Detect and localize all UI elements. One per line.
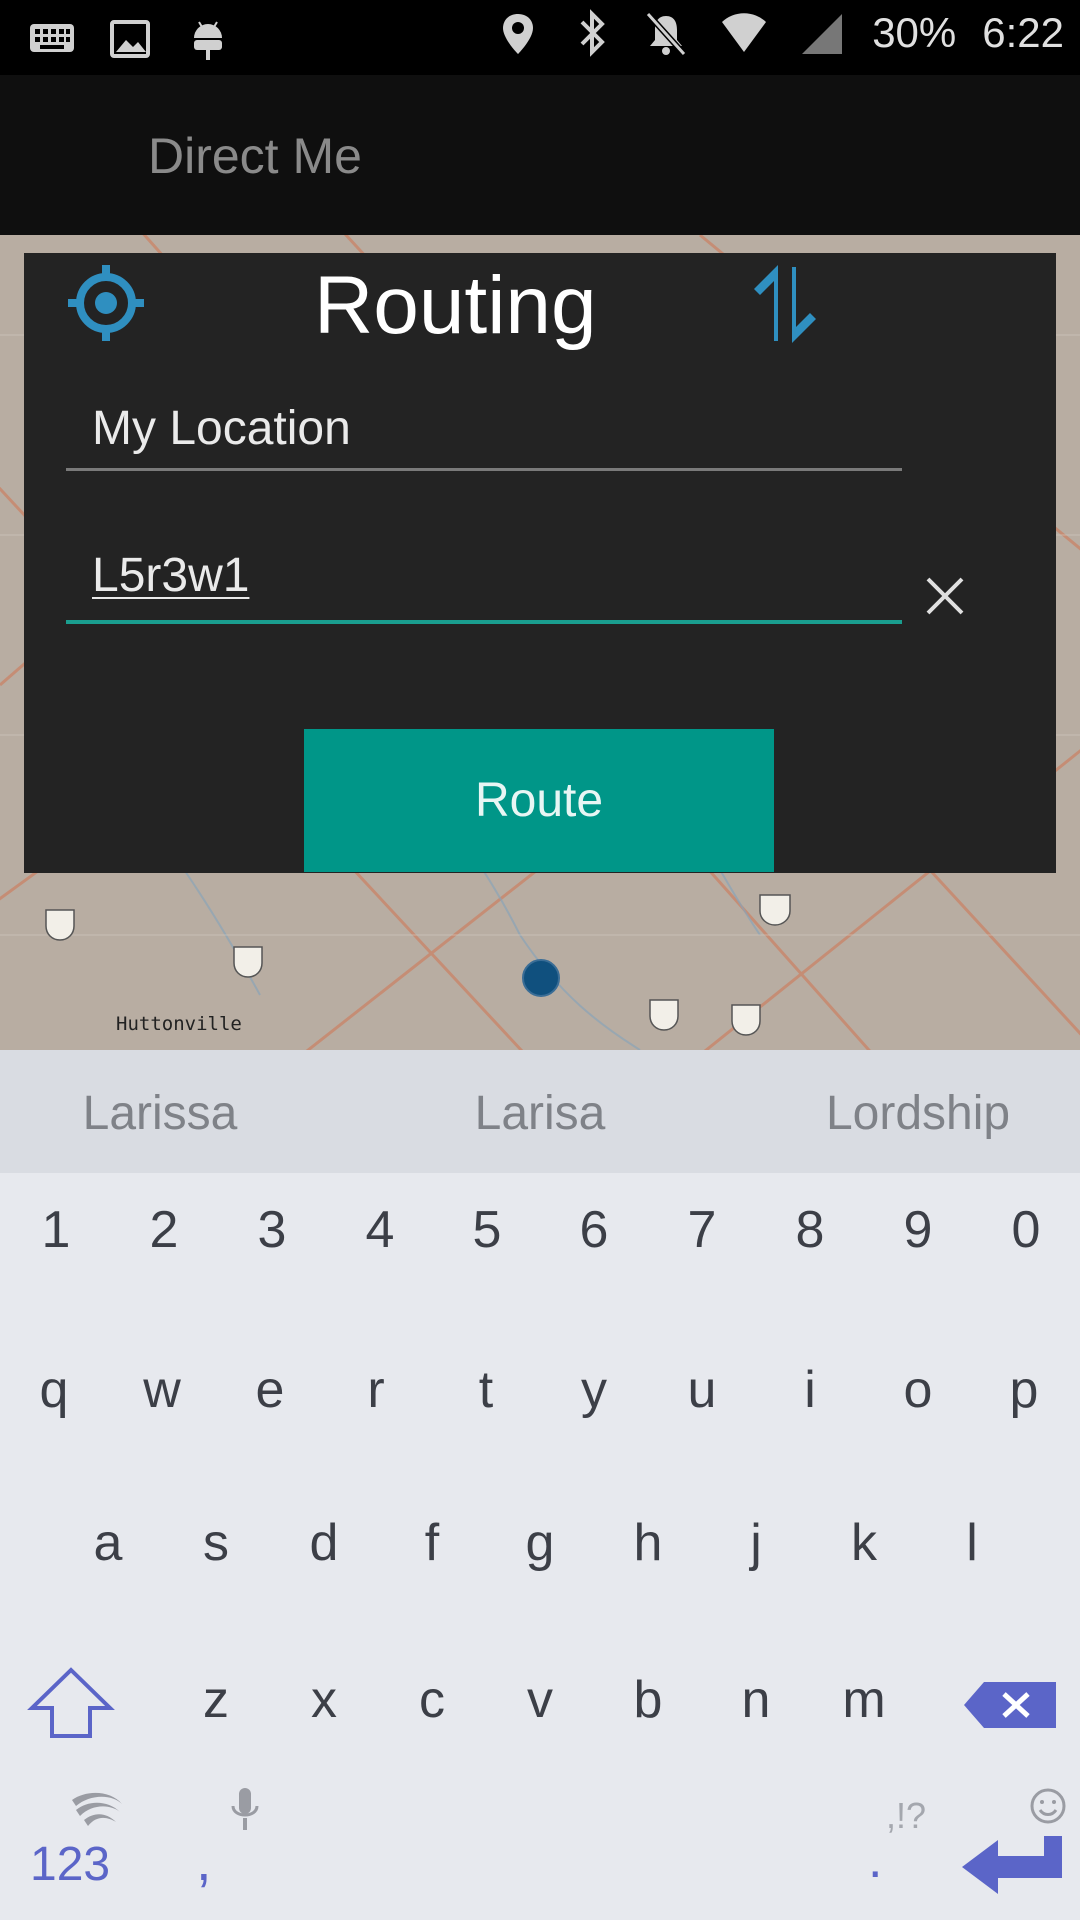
origin-input-value: My Location — [92, 402, 351, 455]
key-j[interactable]: j — [706, 1513, 806, 1573]
comma-key[interactable]: , — [196, 1828, 212, 1893]
key-q[interactable]: q — [4, 1360, 104, 1420]
clock: 6:22 — [982, 9, 1064, 56]
status-bar: 30% 6:22 — [0, 0, 1080, 75]
map-place-label: Huttonville — [116, 1013, 242, 1035]
suggestion-3[interactable]: Lordship — [738, 1086, 1080, 1141]
key-n[interactable]: n — [706, 1670, 806, 1730]
destination-input-value: L5r3w1 — [92, 549, 250, 602]
key-5[interactable]: 5 — [437, 1200, 537, 1260]
key-z[interactable]: z — [166, 1670, 266, 1730]
destination-input[interactable]: L5r3w1 — [66, 548, 902, 624]
key-1[interactable]: 1 — [6, 1200, 106, 1260]
key-8[interactable]: 8 — [760, 1200, 860, 1260]
key-e[interactable]: e — [220, 1360, 320, 1420]
key-p[interactable]: p — [974, 1360, 1074, 1420]
key-r[interactable]: r — [326, 1360, 426, 1420]
key-c[interactable]: c — [382, 1670, 482, 1730]
key-s[interactable]: s — [166, 1513, 266, 1573]
key-2[interactable]: 2 — [114, 1200, 214, 1260]
key-3[interactable]: 3 — [222, 1200, 322, 1260]
cell-signal-icon — [802, 14, 843, 54]
enter-return-icon[interactable] — [960, 1834, 1064, 1896]
shift-icon[interactable] — [26, 1666, 116, 1740]
key-w[interactable]: w — [112, 1360, 212, 1420]
key-g[interactable]: g — [490, 1513, 590, 1573]
key-7[interactable]: 7 — [652, 1200, 752, 1260]
key-4[interactable]: 4 — [330, 1200, 430, 1260]
swiftkey-logo-icon — [72, 1792, 122, 1826]
key-6[interactable]: 6 — [544, 1200, 644, 1260]
origin-input[interactable]: My Location — [66, 401, 902, 471]
key-b[interactable]: b — [598, 1670, 698, 1730]
route-button[interactable]: Route — [304, 729, 774, 872]
key-x[interactable]: x — [274, 1670, 374, 1730]
routing-dialog: Routing My Location L5r3w1 Route — [24, 253, 1056, 873]
key-d[interactable]: d — [274, 1513, 374, 1573]
key-y[interactable]: y — [544, 1360, 644, 1420]
app-bar: Direct Me — [0, 75, 1080, 235]
swap-vertical-icon[interactable] — [746, 263, 826, 345]
key-a[interactable]: a — [58, 1513, 158, 1573]
key-k[interactable]: k — [814, 1513, 914, 1573]
suggestion-2[interactable]: Larisa — [360, 1086, 720, 1141]
microphone-icon[interactable] — [228, 1786, 262, 1836]
suggestion-1[interactable]: Larissa — [0, 1086, 340, 1141]
backspace-icon[interactable] — [962, 1680, 1058, 1730]
symbols-key[interactable]: 123 — [30, 1837, 110, 1892]
key-i[interactable]: i — [760, 1360, 860, 1420]
image-icon — [110, 20, 150, 58]
battery-percent: 30% — [872, 9, 957, 56]
suggestion-bar: Larissa Larisa Lordship — [0, 1050, 1080, 1173]
key-u[interactable]: u — [652, 1360, 752, 1420]
key-t[interactable]: t — [436, 1360, 536, 1420]
key-o[interactable]: o — [868, 1360, 968, 1420]
key-h[interactable]: h — [598, 1513, 698, 1573]
android-icon — [194, 21, 222, 60]
location-pin-icon — [503, 14, 534, 54]
crosshair-target-icon[interactable] — [66, 263, 146, 343]
clear-destination-icon[interactable] — [920, 571, 970, 621]
current-location-dot — [522, 959, 560, 997]
wifi-icon — [722, 13, 767, 52]
notifications-off-icon — [645, 11, 687, 57]
app-title: Direct Me — [148, 128, 362, 184]
emoji-smiley-icon[interactable] — [1028, 1786, 1068, 1826]
keyboard-icon — [30, 24, 74, 52]
period-key[interactable]: . — [868, 1830, 882, 1890]
key-9[interactable]: 9 — [868, 1200, 968, 1260]
dialog-title: Routing — [314, 260, 597, 351]
key-l[interactable]: l — [922, 1513, 1022, 1573]
bluetooth-icon — [580, 9, 606, 57]
soft-keyboard: Larissa Larisa Lordship 1 2 3 4 5 6 7 8 … — [0, 1050, 1080, 1920]
key-m[interactable]: m — [814, 1670, 914, 1730]
key-f[interactable]: f — [382, 1513, 482, 1573]
punctuation-hint: ,!? — [886, 1795, 927, 1836]
key-v[interactable]: v — [490, 1670, 590, 1730]
key-0[interactable]: 0 — [976, 1200, 1076, 1260]
